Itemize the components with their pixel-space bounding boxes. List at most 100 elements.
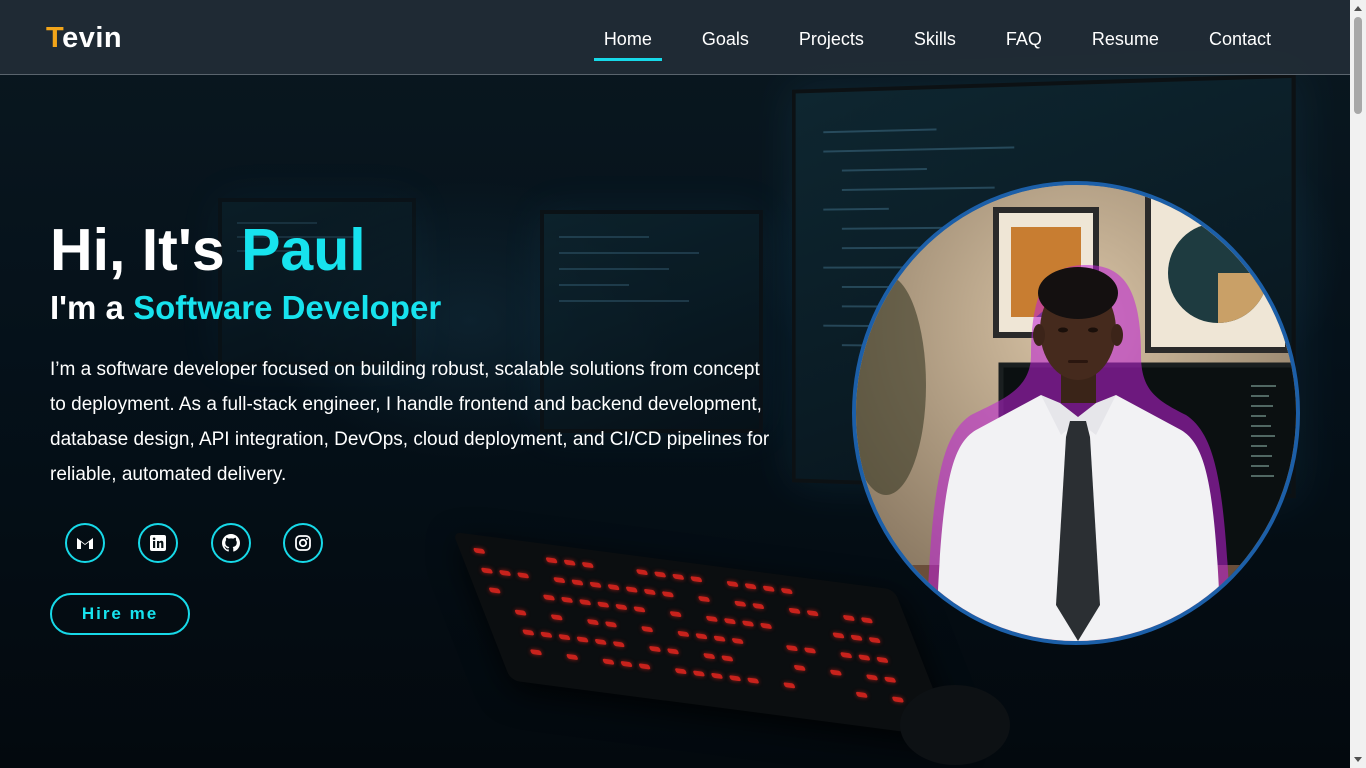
- background-keyboard: [453, 532, 953, 738]
- keyboard-key-light: [752, 603, 765, 609]
- instagram-icon: [295, 535, 311, 551]
- keyboard-key-light: [843, 615, 856, 621]
- keyboard-key-light: [550, 614, 563, 620]
- keyboard-key-light: [667, 648, 680, 654]
- keyboard-key-light: [729, 675, 742, 681]
- keyboard-key-light: [612, 641, 625, 647]
- keyboard-key-light: [607, 584, 620, 590]
- keyboard-key-light: [698, 596, 711, 602]
- keyboard-key-light: [545, 557, 558, 563]
- profile-photo: [852, 181, 1300, 645]
- background-mouse: [900, 685, 1010, 765]
- linkedin-icon: [150, 535, 166, 551]
- page-scrollbar[interactable]: [1350, 0, 1366, 768]
- keyboard-key-light: [675, 668, 688, 674]
- linkedin-link[interactable]: [138, 523, 178, 563]
- keyboard-key-light: [514, 609, 527, 615]
- keyboard-key-light: [638, 663, 651, 669]
- instagram-link[interactable]: [283, 523, 323, 563]
- nav-skills[interactable]: Skills: [914, 29, 956, 56]
- keyboard-key-light: [793, 665, 806, 671]
- keyboard-key-light: [734, 601, 747, 607]
- keyboard-key-light: [579, 599, 592, 605]
- keyboard-key-light: [553, 577, 566, 583]
- keyboard-key-light: [695, 633, 708, 639]
- hero-role-prefix: I'm a: [50, 289, 133, 326]
- keyboard-key-light: [594, 639, 607, 645]
- keyboard-key-light: [540, 632, 553, 638]
- keyboard-key-light: [517, 572, 530, 578]
- site-logo[interactable]: Tevin: [46, 22, 122, 55]
- keyboard-key-light: [620, 661, 633, 667]
- keyboard-key-light: [561, 597, 574, 603]
- keyboard-key-light: [641, 626, 654, 632]
- scroll-down-icon[interactable]: [1354, 757, 1362, 762]
- nav-home[interactable]: Home: [604, 29, 652, 56]
- keyboard-key-light: [747, 677, 760, 683]
- hero-description: I’m a software developer focused on buil…: [50, 352, 770, 492]
- site-header: Tevin Home Goals Projects Skills FAQ Res…: [0, 0, 1350, 75]
- scroll-up-icon[interactable]: [1354, 6, 1362, 11]
- keyboard-key-light: [866, 674, 879, 680]
- keyboard-key-light: [649, 646, 662, 652]
- portfolio-page: Tevin Home Goals Projects Skills FAQ Res…: [0, 0, 1366, 768]
- keyboard-key-light: [581, 562, 594, 568]
- keyboard-key-light: [672, 574, 685, 580]
- keyboard-key-light: [669, 611, 682, 617]
- keyboard-key-light: [605, 621, 618, 627]
- keyboard-key-light: [713, 635, 726, 641]
- keyboard-key-light: [858, 654, 871, 660]
- keyboard-key-light: [615, 604, 628, 610]
- keyboard-key-light: [571, 579, 584, 585]
- keyboard-key-light: [744, 583, 757, 589]
- keyboard-key-light: [726, 581, 739, 587]
- main-nav: Home Goals Projects Skills FAQ Resume Co…: [554, 29, 1271, 56]
- keyboard-key-light: [721, 655, 734, 661]
- gmail-link[interactable]: [65, 523, 105, 563]
- keyboard-key-light: [589, 582, 602, 588]
- keyboard-key-light: [892, 696, 905, 702]
- keyboard-key-light: [832, 632, 845, 638]
- keyboard-key-light: [711, 673, 724, 679]
- keyboard-key-light: [830, 669, 843, 675]
- keyboard-key-light: [731, 638, 744, 644]
- keyboard-key-light: [724, 618, 737, 624]
- hero-role-title: Software Developer: [133, 289, 441, 326]
- nav-faq[interactable]: FAQ: [1006, 29, 1042, 56]
- github-icon: [222, 534, 240, 552]
- logo-rest: evin: [62, 22, 122, 54]
- keyboard-key-light: [488, 587, 501, 593]
- github-link[interactable]: [211, 523, 251, 563]
- keyboard-key-light: [690, 576, 703, 582]
- hero-title: Hi, It's Paul: [50, 218, 366, 283]
- keyboard-key-light: [602, 659, 615, 665]
- keyboard-key-light: [558, 634, 571, 640]
- hero-role: I'm a Software Developer: [50, 289, 441, 327]
- nav-contact[interactable]: Contact: [1209, 29, 1271, 56]
- profile-photo-illustration: [856, 185, 1296, 641]
- keyboard-key-light: [597, 601, 610, 607]
- keyboard-key-light: [868, 637, 881, 643]
- keyboard-key-light: [644, 589, 657, 595]
- keyboard-key-light: [762, 586, 775, 592]
- keyboard-key-light: [543, 594, 556, 600]
- keyboard-key-light: [703, 653, 716, 659]
- keyboard-key-light: [566, 654, 579, 660]
- keyboard-key-light: [693, 670, 706, 676]
- nav-resume[interactable]: Resume: [1092, 29, 1159, 56]
- keyboard-key-light: [636, 569, 649, 575]
- nav-goals[interactable]: Goals: [702, 29, 749, 56]
- hire-me-button[interactable]: Hire me: [50, 593, 190, 635]
- keyboard-key-light: [884, 677, 897, 683]
- keyboard-key-light: [706, 616, 719, 622]
- keyboard-key-light: [850, 635, 863, 641]
- nav-projects[interactable]: Projects: [799, 29, 864, 56]
- logo-first-letter: T: [46, 22, 62, 54]
- keyboard-key-light: [587, 619, 600, 625]
- keyboard-key-light: [855, 692, 868, 698]
- keyboard-key-light: [662, 591, 675, 597]
- keyboard-key-light: [876, 657, 889, 663]
- scrollbar-thumb[interactable]: [1354, 17, 1362, 114]
- keyboard-key-light: [481, 567, 494, 573]
- keyboard-key-light: [783, 682, 796, 688]
